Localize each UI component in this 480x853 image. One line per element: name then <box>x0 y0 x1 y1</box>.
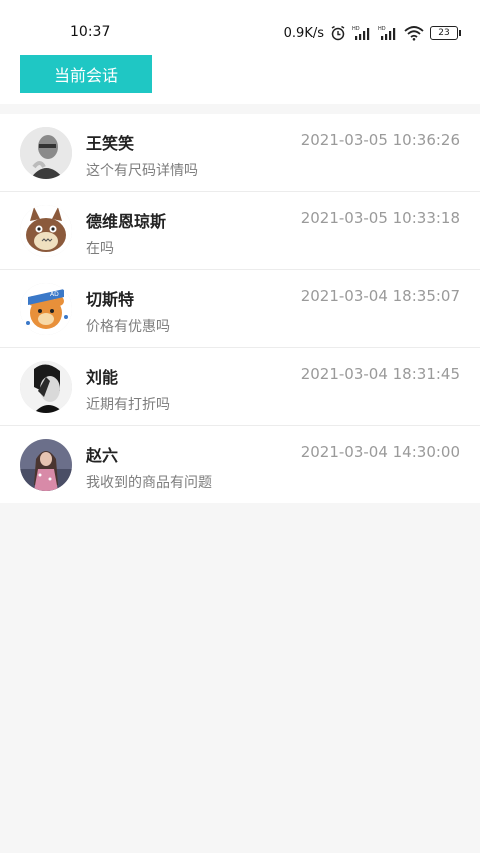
conversation-row[interactable]: AD 切斯特 2021-03-04 18:35:07 价格有优惠吗 <box>0 270 480 348</box>
message-time: 2021-03-05 10:33:18 <box>300 209 460 227</box>
conversation-row[interactable]: 刘能 2021-03-04 18:31:45 近期有打折吗 <box>0 348 480 426</box>
message-time: 2021-03-04 18:31:45 <box>300 365 460 383</box>
tab-current-session[interactable]: 当前会话 <box>20 55 152 93</box>
avatar <box>20 127 72 179</box>
status-bar: 10:37 0.9K/s HD HD 23 <box>0 0 480 46</box>
status-indicators: 0.9K/s HD HD 23 <box>283 22 461 44</box>
message-time: 2021-03-04 18:35:07 <box>300 287 460 305</box>
message-time: 2021-03-04 14:30:00 <box>300 443 460 461</box>
avatar <box>20 361 72 413</box>
contact-name: 赵六 <box>86 446 119 465</box>
contact-name: 切斯特 <box>86 290 135 309</box>
svg-text:HD: HD <box>378 26 386 32</box>
message-preview: 在吗 <box>86 241 114 257</box>
conversation-row[interactable]: 赵六 2021-03-04 14:30:00 我收到的商品有问题 <box>0 426 480 503</box>
svg-text:HD: HD <box>352 26 360 32</box>
message-preview: 价格有优惠吗 <box>86 319 170 335</box>
message-preview: 这个有尺码详情吗 <box>86 163 198 179</box>
hd-signal-icon: HD <box>378 25 398 41</box>
conversation-row[interactable]: 王笑笑 2021-03-05 10:36:26 这个有尺码详情吗 <box>0 114 480 192</box>
header: 当前会话 <box>0 46 480 104</box>
contact-name: 刘能 <box>86 368 119 387</box>
contact-name: 德维恩琼斯 <box>86 212 167 231</box>
contact-name: 王笑笑 <box>86 134 135 153</box>
avatar <box>20 205 72 257</box>
message-preview: 近期有打折吗 <box>86 397 170 413</box>
conversation-list: 王笑笑 2021-03-05 10:36:26 这个有尺码详情吗 德维恩琼斯 2… <box>0 114 480 503</box>
svg-text:AD: AD <box>50 291 59 298</box>
message-preview: 我收到的商品有问题 <box>86 475 212 491</box>
battery-icon: 23 <box>430 26 461 40</box>
network-speed: 0.9K/s <box>283 25 324 41</box>
hd-signal-icon: HD <box>352 25 372 41</box>
conversation-row[interactable]: 德维恩琼斯 2021-03-05 10:33:18 在吗 <box>0 192 480 270</box>
message-time: 2021-03-05 10:36:26 <box>300 131 460 149</box>
alarm-icon <box>330 25 346 41</box>
avatar: AD <box>20 283 72 335</box>
avatar <box>20 439 72 491</box>
status-time: 10:37 <box>70 24 111 40</box>
wifi-icon <box>404 25 424 41</box>
app-screen: 10:37 0.9K/s HD HD 23 当前会话 王笑笑 2021-03-0… <box>0 0 480 853</box>
